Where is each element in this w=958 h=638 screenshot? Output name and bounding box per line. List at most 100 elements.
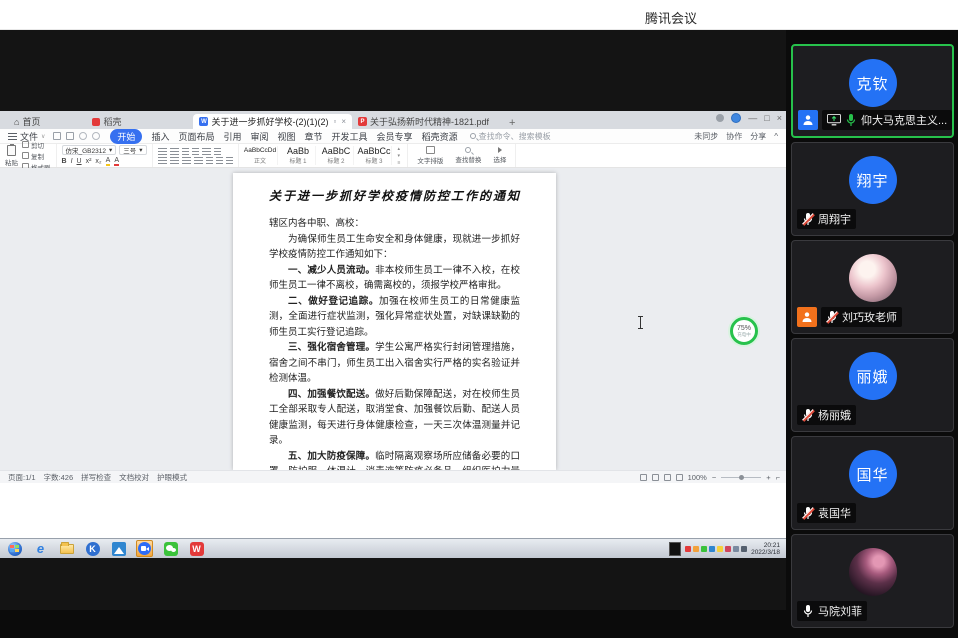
sort-icon[interactable] [214,148,221,155]
show-marks-icon[interactable] [202,148,211,155]
tray-volume-icon[interactable] [733,546,739,552]
style-heading1[interactable]: AaBb 标题 1 [282,146,316,165]
taskbar-app-mountain[interactable] [110,540,127,557]
align-center-icon[interactable] [170,157,179,164]
ribbon-collapse-icon[interactable]: ^ [774,132,778,141]
font-size-select[interactable]: 三号▾ [119,145,146,155]
subscript-button[interactable]: x₂ [95,158,101,165]
tray-green-icon[interactable] [701,546,707,552]
undo-icon[interactable] [79,132,87,140]
menu-section[interactable]: 章节 [305,130,323,143]
eye-protect-mode[interactable]: 护眼模式 [157,472,187,483]
text-layout-button[interactable]: 文字排版 [413,146,447,165]
spell-check[interactable]: 拼写检查 [81,472,111,483]
taskbar-meeting-active[interactable] [136,540,153,557]
collaborate-button[interactable]: 协作 [726,131,742,142]
tray-qq-icon[interactable] [725,546,731,552]
participant-tile[interactable]: 马院刘菲 [791,534,954,628]
battery-widget[interactable]: 75% 充电中 [730,317,758,345]
align-right-icon[interactable] [182,157,191,164]
underline-button[interactable]: U [77,158,82,165]
font-name-select[interactable]: 仿宋_GB2312▾ [62,145,117,155]
share-button[interactable]: 分享 [750,131,766,142]
minimize-button[interactable]: — [748,113,757,123]
word-count[interactable]: 字数:426 [44,472,74,483]
save-icon[interactable] [53,132,61,140]
view-web-icon[interactable] [664,474,671,481]
view-page-icon[interactable] [640,474,647,481]
sync-status[interactable]: 未同步 [694,131,718,142]
tray-orange-icon[interactable] [693,546,699,552]
tab-pin-icon[interactable]: ▫ [333,117,336,126]
copy-button[interactable]: 复制 [22,151,51,161]
menu-docer-res[interactable]: 稻壳资源 [422,130,458,143]
indent-icon[interactable] [192,148,199,155]
command-search[interactable]: 查找命令、搜索模板 [470,131,551,142]
menu-page-layout[interactable]: 页面布局 [178,130,214,143]
taskbar-ie[interactable]: e [32,540,49,557]
tray-blue-icon[interactable] [709,546,715,552]
tab-docer[interactable]: 稻壳 [86,114,127,129]
numbered-list-icon[interactable] [170,148,179,155]
participant-tile[interactable]: 刘巧玫老师 [791,240,954,334]
participant-tile[interactable]: 丽娥 杨丽娥 [791,338,954,432]
zoom-level[interactable]: 100% [688,473,707,482]
tab-document-pdf[interactable]: P 关于弘扬新时代精神-1821.pdf [352,114,495,129]
taskbar-explorer[interactable] [58,540,75,557]
highlight-color-button[interactable]: A [106,157,111,166]
line-spacing-icon[interactable] [206,157,213,164]
view-fullscreen-icon[interactable] [676,474,683,481]
close-button[interactable]: × [777,113,782,123]
tray-window-thumbnail[interactable] [669,542,681,556]
menu-start[interactable]: 开始 [110,129,142,144]
taskbar-wps[interactable]: W [188,540,205,557]
participant-tile[interactable]: 国华 袁国华 [791,436,954,530]
participant-tile[interactable]: 克钦 仰大马克思主义... [791,44,954,138]
doc-proofing[interactable]: 文档校对 [119,472,149,483]
tab-document-active[interactable]: W 关于进一步抓好学校-(2)(1)(2) ▫ × [193,114,352,129]
menu-review[interactable]: 审阅 [250,130,268,143]
menu-view[interactable]: 视图 [278,130,296,143]
bold-button[interactable]: B [62,158,67,165]
maximize-button[interactable]: □ [764,113,769,123]
user-avatar-icon[interactable] [716,114,724,122]
find-replace-button[interactable]: 查找替换 [451,147,485,164]
tab-close-icon[interactable]: × [341,117,346,126]
zoom-out-button[interactable]: − [712,473,716,482]
fit-page-icon[interactable]: ⌐ [776,473,780,482]
tray-yellow-icon[interactable] [717,546,723,552]
tray-icons[interactable] [685,546,747,552]
superscript-button[interactable]: x² [86,158,92,165]
taskbar-app-k[interactable]: K [84,540,101,557]
zoom-in-button[interactable]: + [766,473,770,482]
print-icon[interactable] [66,132,74,140]
bullet-list-icon[interactable] [158,148,167,155]
tray-network-icon[interactable] [741,546,747,552]
tab-home[interactable]: ⌂ 首页 [8,114,46,129]
menu-dev-tools[interactable]: 开发工具 [332,130,368,143]
globe-icon[interactable] [731,113,741,123]
new-tab-button[interactable]: + [509,117,515,129]
cut-button[interactable]: 剪切 [22,140,51,150]
align-justify-icon[interactable] [194,157,203,164]
menu-insert[interactable]: 插入 [151,130,169,143]
tray-wps-icon[interactable] [685,546,691,552]
styles-scroll[interactable]: ▴▾≡ [396,146,403,166]
zoom-slider-knob[interactable] [739,475,744,480]
shading-icon[interactable] [216,157,223,164]
menu-references[interactable]: 引用 [223,130,241,143]
start-button[interactable] [6,540,23,557]
italic-button[interactable]: I [71,158,73,165]
zoom-slider[interactable] [721,477,761,478]
document-page[interactable]: 关于进一步抓好学校疫情防控工作的通知 辖区内各中职、高校： 为确保师生员工生命安… [233,173,556,470]
select-button[interactable]: 选择 [489,147,510,164]
font-color-button[interactable]: A [114,157,119,166]
redo-icon[interactable] [92,132,100,140]
border-icon[interactable] [226,157,233,164]
view-outline-icon[interactable] [652,474,659,481]
taskbar-wechat[interactable] [162,540,179,557]
document-canvas[interactable]: 关于进一步抓好学校疫情防控工作的通知 辖区内各中职、高校： 为确保师生员工生命安… [0,168,786,470]
outdent-icon[interactable] [182,148,189,155]
style-heading3[interactable]: AaBbCc 标题 3 [358,146,392,165]
taskbar-clock[interactable]: 20:21 2022/3/18 [751,542,784,556]
